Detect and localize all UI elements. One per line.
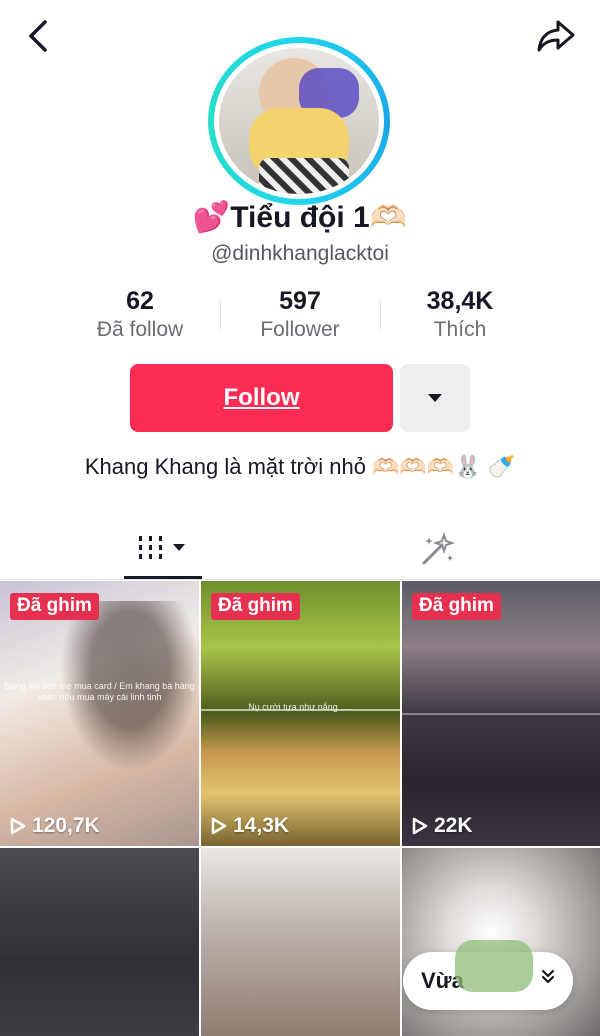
pinned-badge: Đã ghim — [211, 593, 300, 620]
view-count: 120,7K — [32, 814, 100, 837]
username: @dinhkhanglacktoi — [211, 242, 389, 265]
suggested-accounts-button[interactable] — [400, 364, 470, 432]
stat-following[interactable]: 62 Đã follow — [60, 285, 220, 345]
video-thumbnail[interactable]: Đã ghim 22K — [402, 581, 600, 846]
pinned-badge: Đã ghim — [412, 593, 501, 620]
caret-down-icon — [428, 394, 442, 402]
view-count: 14,3K — [233, 814, 290, 837]
stat-likes[interactable]: 38,4K Thích — [380, 285, 540, 345]
likes-label: Thích — [433, 318, 487, 341]
blur-overlay — [455, 940, 533, 992]
avatar-story-ring[interactable] — [208, 37, 390, 205]
following-label: Đã follow — [96, 318, 184, 341]
sparkle-wand-icon — [422, 531, 456, 565]
follow-button[interactable]: Follow — [130, 364, 393, 432]
share-button[interactable] — [534, 16, 578, 56]
video-thumbnail[interactable] — [0, 848, 199, 1036]
play-icon — [10, 817, 26, 835]
grid-bars-icon — [139, 536, 185, 559]
video-thumbnail[interactable] — [201, 848, 400, 1036]
likes-count: 38,4K — [426, 287, 494, 315]
tab-videos[interactable] — [124, 520, 202, 579]
stat-followers[interactable]: 597 Follower — [220, 285, 380, 345]
profile-stats: 62 Đã follow 597 Follower 38,4K Thích — [60, 285, 540, 345]
following-count: 62 — [126, 287, 154, 315]
play-icon — [412, 817, 428, 835]
pinned-badge: Đã ghim — [10, 593, 99, 620]
profile-tabs — [0, 520, 600, 580]
back-button[interactable] — [18, 16, 58, 56]
play-icon — [211, 817, 227, 835]
chevron-left-icon — [29, 20, 47, 52]
double-chevron-down-icon — [541, 969, 555, 984]
followers-count: 597 — [279, 287, 321, 315]
video-caption: Nụ cười tựa như nắng ..... — [248, 702, 353, 712]
video-caption: Đang xin tiền mẹ mua card / Em khang bà … — [4, 681, 195, 702]
display-name: 💕Tiểu đội 1🫶🏻 — [192, 201, 408, 234]
avatar — [219, 48, 379, 194]
video-thumbnail[interactable]: Đang xin tiền mẹ mua card / Em khang bà … — [0, 581, 199, 846]
tab-liked[interactable] — [408, 520, 468, 578]
view-count: 22K — [434, 814, 473, 837]
profile-bio: Khang Khang là mặt trời nhỏ 🫶🏻🫶🏻🫶🏻🐰 🍼 — [84, 454, 516, 479]
video-thumbnail[interactable]: Nụ cười tựa như nắng ..... Đã ghim 14,3K — [201, 581, 400, 846]
followers-label: Follower — [260, 318, 340, 341]
share-arrow-icon — [537, 20, 575, 52]
